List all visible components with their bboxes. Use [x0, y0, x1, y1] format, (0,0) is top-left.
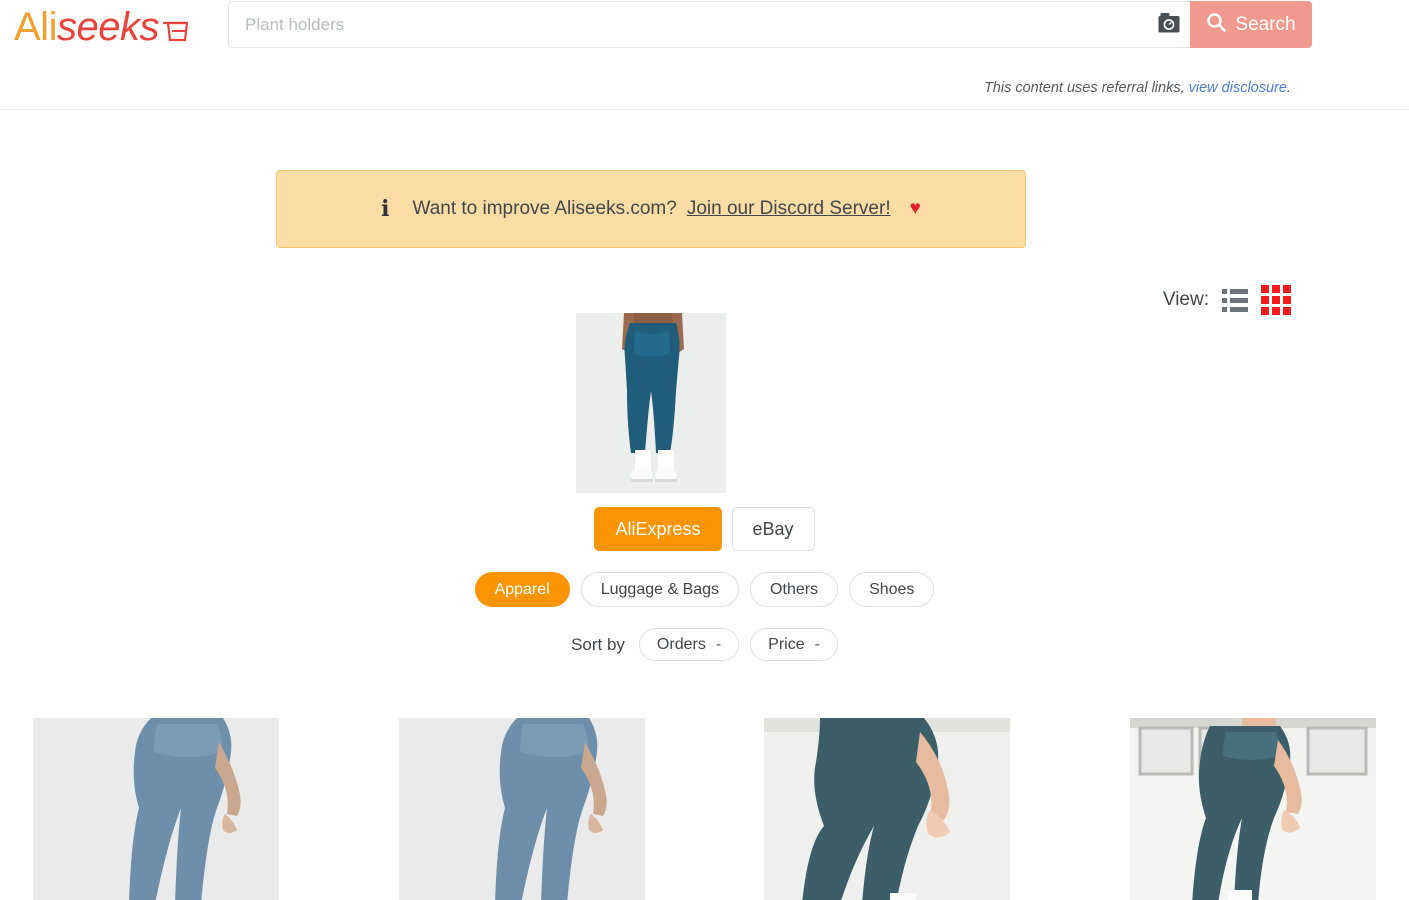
category-filters: Apparel Luggage & Bags Others Shoes [0, 572, 1409, 607]
result-card[interactable] [764, 718, 1011, 900]
magnifier-icon [1206, 12, 1227, 38]
search-results-grid [0, 718, 1409, 900]
result-thumbnail[interactable] [33, 718, 279, 900]
category-pill-apparel[interactable]: Apparel [474, 572, 570, 607]
view-toggle: View: [1163, 285, 1291, 315]
camera-icon [1157, 12, 1181, 37]
sort-option-orders[interactable]: Orders - [638, 628, 740, 661]
site-header: Ali seeks Plant holders Search This cont… [0, 0, 1409, 110]
disclosure-text: This content uses referral links, [983, 80, 1189, 96]
marketplace-tabs: AliExpress eBay [0, 507, 1409, 551]
category-pill-others[interactable]: Others [750, 572, 839, 607]
marketplace-tab-aliexpress[interactable]: AliExpress [594, 507, 722, 551]
site-logo[interactable]: Ali seeks [14, 2, 191, 52]
sort-option-orders-label: Orders [656, 635, 706, 653]
sort-option-orders-direction: - [715, 635, 722, 653]
search-button-label: Search [1235, 13, 1296, 35]
result-thumbnail[interactable] [1129, 718, 1376, 900]
result-card[interactable] [398, 718, 645, 900]
result-card[interactable] [33, 718, 279, 900]
result-thumbnail[interactable] [398, 718, 645, 900]
sort-option-price[interactable]: Price - [750, 628, 838, 661]
heart-icon: ♥ [909, 198, 921, 219]
sort-controls: Sort by Orders - Price - [0, 628, 1409, 661]
marketplace-tab-ebay[interactable]: eBay [731, 507, 815, 551]
result-thumbnail[interactable] [764, 718, 1011, 900]
search-button[interactable]: Search [1190, 1, 1312, 48]
query-image [576, 313, 726, 493]
search-bar: Search [228, 1, 1312, 48]
result-card[interactable] [1129, 718, 1376, 900]
view-label: View: [1162, 289, 1209, 310]
referral-disclosure: This content uses referral links, view d… [984, 80, 1291, 96]
category-pill-luggage-bags[interactable]: Luggage & Bags [580, 572, 740, 607]
discord-link[interactable]: Join our Discord Server! [687, 198, 891, 220]
sort-by-label: Sort by [571, 634, 625, 654]
sort-option-price-label: Price [768, 635, 805, 653]
logo-text-seeks: seeks [56, 5, 160, 49]
grid-view-icon[interactable] [1261, 285, 1291, 315]
discord-banner-text: Want to improve Aliseeks.com? [412, 198, 677, 219]
discord-banner: i Want to improve Aliseeks.com? Join our… [276, 170, 1026, 248]
info-icon: i [381, 196, 390, 222]
camera-search-button[interactable] [1148, 1, 1190, 48]
category-pill-shoes[interactable]: Shoes [849, 572, 935, 607]
shopping-basket-icon [161, 8, 191, 52]
view-disclosure-link[interactable]: view disclosure [1189, 80, 1287, 96]
list-view-icon[interactable] [1222, 288, 1248, 312]
sort-option-price-direction: - [814, 635, 820, 653]
logo-text-ali: Ali [14, 5, 57, 49]
search-input[interactable] [228, 1, 1148, 48]
disclosure-period: . [1286, 80, 1291, 96]
